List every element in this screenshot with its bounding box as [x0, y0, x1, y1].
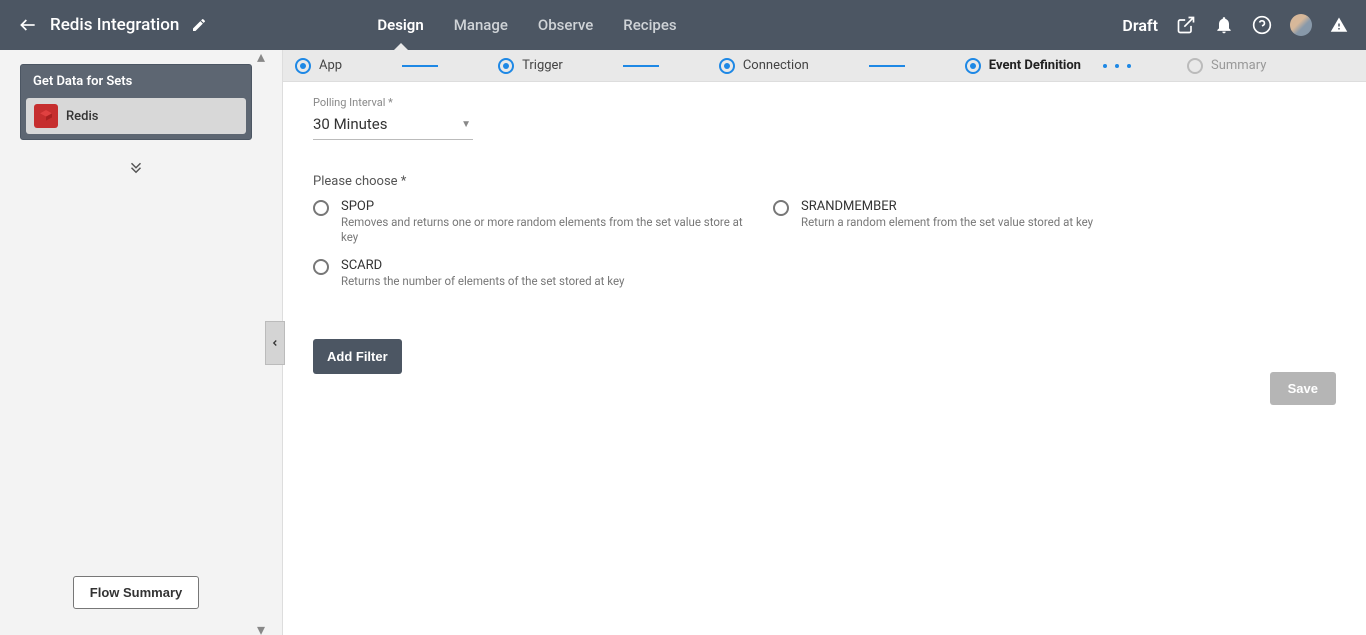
wizard-step-label: Trigger — [522, 58, 563, 73]
sidebar-divider: ▴ ▾ — [272, 50, 282, 635]
warning-icon[interactable] — [1330, 16, 1348, 34]
wizard-step-trigger[interactable]: Trigger — [498, 58, 563, 74]
back-arrow-icon[interactable] — [18, 15, 38, 35]
help-icon[interactable] — [1252, 15, 1272, 35]
header-left: Redis Integration — [18, 15, 207, 35]
radio-empty-icon — [1187, 58, 1203, 74]
please-choose-label: Please choose * — [313, 174, 1336, 189]
wizard-stepper: App Trigger Connection Event Definition … — [283, 50, 1366, 82]
wizard-connector — [623, 65, 659, 67]
step-item-redis[interactable]: Redis — [26, 98, 246, 134]
wizard-step-label: Connection — [743, 58, 809, 73]
wizard-step-label: Event Definition — [989, 58, 1081, 73]
form-content: Polling Interval * 30 Minutes ▼ Please c… — [283, 82, 1366, 635]
radio-empty-icon — [773, 200, 789, 216]
step-item-label: Redis — [66, 109, 98, 124]
option-title: SRANDMEMBER — [801, 199, 1093, 215]
steps-panel: Get Data for Sets Redis — [20, 64, 252, 140]
open-external-icon[interactable] — [1176, 15, 1196, 35]
scroll-up-icon[interactable]: ▴ — [257, 52, 265, 60]
option-title: SPOP — [341, 199, 753, 215]
redis-icon — [34, 104, 58, 128]
dropdown-caret-icon: ▼ — [461, 119, 471, 130]
wizard-step-label: Summary — [1211, 58, 1266, 73]
radio-empty-icon — [313, 259, 329, 275]
option-spop[interactable]: SPOP Removes and returns one or more ran… — [313, 199, 753, 244]
option-desc: Removes and returns one or more random e… — [341, 215, 753, 245]
flow-summary-button[interactable]: Flow Summary — [73, 576, 199, 609]
avatar[interactable] — [1290, 14, 1312, 36]
option-desc: Returns the number of elements of the se… — [341, 274, 624, 289]
sidebar: Get Data for Sets Redis Flow Summary — [0, 50, 272, 635]
wizard-connector — [402, 65, 438, 67]
option-title: SCARD — [341, 258, 624, 274]
tab-recipes[interactable]: Recipes — [623, 0, 676, 50]
radio-filled-icon — [719, 58, 735, 74]
add-filter-button[interactable]: Add Filter — [313, 339, 402, 374]
save-button[interactable]: Save — [1270, 372, 1336, 405]
radio-empty-icon — [313, 200, 329, 216]
command-radio-group: SPOP Removes and returns one or more ran… — [313, 199, 1336, 289]
polling-interval-label: Polling Interval * — [313, 96, 1336, 109]
top-tabs: Design Manage Observe Recipes — [377, 0, 676, 50]
polling-interval-value: 30 Minutes — [313, 115, 387, 133]
tab-design[interactable]: Design — [377, 0, 423, 50]
wizard-dots-icon — [1103, 64, 1131, 68]
bell-icon[interactable] — [1214, 15, 1234, 35]
edit-title-icon[interactable] — [191, 17, 207, 33]
status-badge: Draft — [1122, 16, 1158, 35]
radio-filled-icon — [965, 58, 981, 74]
option-srandmember[interactable]: SRANDMEMBER Return a random element from… — [773, 199, 1213, 244]
steps-panel-title: Get Data for Sets — [21, 65, 251, 98]
top-header: Redis Integration Design Manage Observe … — [0, 0, 1366, 50]
option-scard[interactable]: SCARD Returns the number of elements of … — [313, 258, 753, 289]
radio-filled-icon — [498, 58, 514, 74]
collapse-sidebar-button[interactable] — [265, 321, 285, 365]
scroll-down-icon[interactable]: ▾ — [257, 625, 265, 633]
wizard-step-connection[interactable]: Connection — [719, 58, 809, 74]
polling-interval-select[interactable]: 30 Minutes ▼ — [313, 111, 473, 140]
wizard-step-event-definition[interactable]: Event Definition — [965, 58, 1081, 74]
wizard-step-summary[interactable]: Summary — [1187, 58, 1266, 74]
expand-steps-icon[interactable] — [127, 158, 145, 180]
main-panel: App Trigger Connection Event Definition … — [282, 50, 1366, 635]
radio-filled-icon — [295, 58, 311, 74]
wizard-step-label: App — [319, 58, 342, 73]
header-right: Draft — [1122, 14, 1348, 36]
wizard-connector — [869, 65, 905, 67]
tab-manage[interactable]: Manage — [454, 0, 508, 50]
tab-observe[interactable]: Observe — [538, 0, 593, 50]
wizard-step-app[interactable]: App — [295, 58, 342, 74]
flow-title: Redis Integration — [50, 15, 179, 35]
option-desc: Return a random element from the set val… — [801, 215, 1093, 230]
